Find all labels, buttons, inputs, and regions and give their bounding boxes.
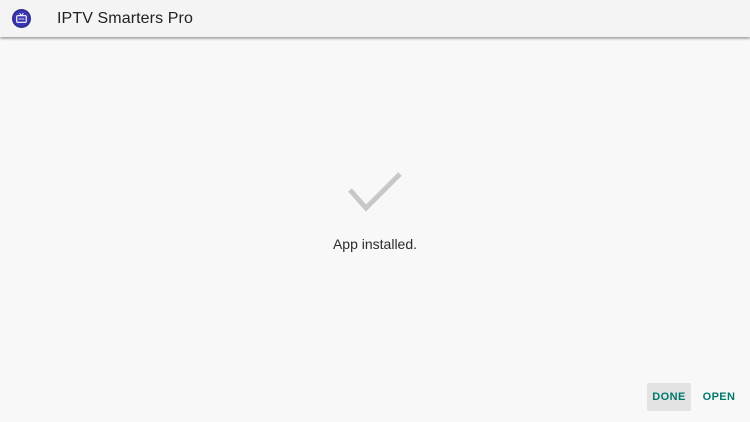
app-title: IPTV Smarters Pro <box>57 10 193 27</box>
install-status-text: App installed. <box>332 236 418 252</box>
done-button[interactable]: DONE <box>647 383 691 411</box>
open-button[interactable]: OPEN <box>697 383 741 411</box>
checkmark-icon <box>348 172 402 212</box>
install-complete-screen: IPTV Smarters Pro App installed. DONE OP… <box>0 0 750 422</box>
iptv-tv-icon <box>12 9 31 28</box>
app-bar: IPTV Smarters Pro <box>0 0 750 37</box>
